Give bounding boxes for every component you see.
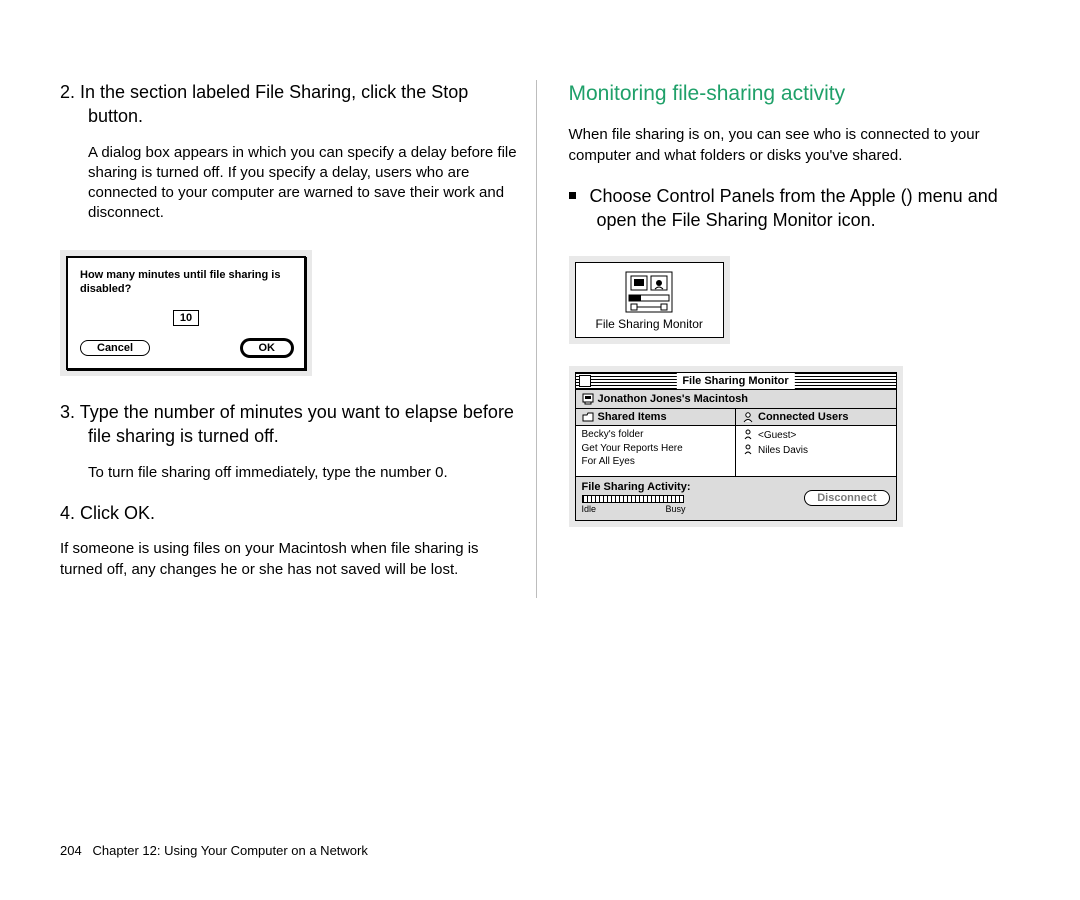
activity-row: File Sharing Activity: Idle Busy Disconn… [576,477,896,520]
file-sharing-monitor-window-frame: File Sharing Monitor Jonathon Jones's Ma… [569,366,903,527]
file-sharing-monitor-window: File Sharing Monitor Jonathon Jones's Ma… [575,372,897,521]
disconnect-button[interactable]: Disconnect [804,490,889,506]
delay-dialog-question: How many minutes until file sharing is d… [80,268,292,297]
activity-label: File Sharing Activity: [582,481,805,493]
step-2: 2. In the section labeled File Sharing, … [60,80,522,129]
shared-items-header: Shared Items [576,409,736,426]
connected-users-list[interactable]: <Guest> Niles Davis [736,426,896,477]
chapter-label: Chapter 12: Using Your Computer on a Net… [93,843,368,858]
step-3-number: 3. [60,402,80,422]
owner-row: Jonathon Jones's Macintosh [576,390,896,409]
ok-button[interactable]: OK [242,340,293,356]
window-title: File Sharing Monitor [676,373,794,389]
users-icon [742,411,754,423]
gauge-idle-label: Idle [582,504,597,514]
list-item[interactable]: Becky's folder [582,428,730,442]
page-number: 204 [60,843,82,858]
delay-dialog: How many minutes until file sharing is d… [60,250,312,377]
activity-gauge [582,495,684,503]
file-sharing-monitor-icon[interactable] [625,271,673,313]
mac-icon [582,393,594,405]
step-3-body: To turn file sharing off immediately, ty… [60,463,522,483]
section-intro: When file sharing is on, you can see who… [569,125,1031,166]
file-sharing-monitor-icon-block: File Sharing Monitor [569,256,730,344]
right-column: Monitoring file-sharing activity When fi… [565,80,1031,598]
page-footer: 204 Chapter 12: Using Your Computer on a… [60,843,368,858]
list-item[interactable]: For All Eyes [582,455,730,469]
window-titlebar[interactable]: File Sharing Monitor [576,373,896,390]
list-item[interactable]: Get Your Reports Here [582,442,730,456]
delay-minutes-field[interactable]: 10 [173,310,199,326]
step-2-number: 2. [60,82,80,102]
step-4: 4. Click OK. [60,501,522,525]
user-icon [742,443,754,455]
user-icon [742,428,754,440]
bullet-icon [569,192,576,199]
step-3-text: Type the number of minutes you want to e… [80,402,514,446]
step-2-text: In the section labeled File Sharing, cli… [80,82,468,126]
icon-label: File Sharing Monitor [596,317,703,331]
step-2-body: A dialog box appears in which you can sp… [60,143,522,224]
section-title: Monitoring file-sharing activity [569,80,1031,107]
folder-icon [582,411,594,423]
step-4-body: If someone is using files on your Macint… [60,539,522,580]
list-item[interactable]: <Guest> [742,428,890,443]
shared-items-list[interactable]: Becky's folder Get Your Reports Here For… [576,426,736,477]
step-3: 3. Type the number of minutes you want t… [60,400,522,449]
left-column: 2. In the section labeled File Sharing, … [60,80,537,598]
close-icon[interactable] [579,375,591,387]
list-item[interactable]: Niles Davis [742,443,890,458]
gauge-busy-label: Busy [665,504,685,514]
bullet-text-pre: Choose Control Panels from the Apple ( [590,186,907,206]
bullet-step: Choose Control Panels from the Apple () … [569,184,1031,233]
connected-users-header: Connected Users [736,409,896,426]
owner-name: Jonathon Jones's Macintosh [598,393,749,405]
step-4-number: 4. [60,503,80,523]
cancel-button[interactable]: Cancel [80,340,150,356]
step-4-text: Click OK. [80,503,155,523]
